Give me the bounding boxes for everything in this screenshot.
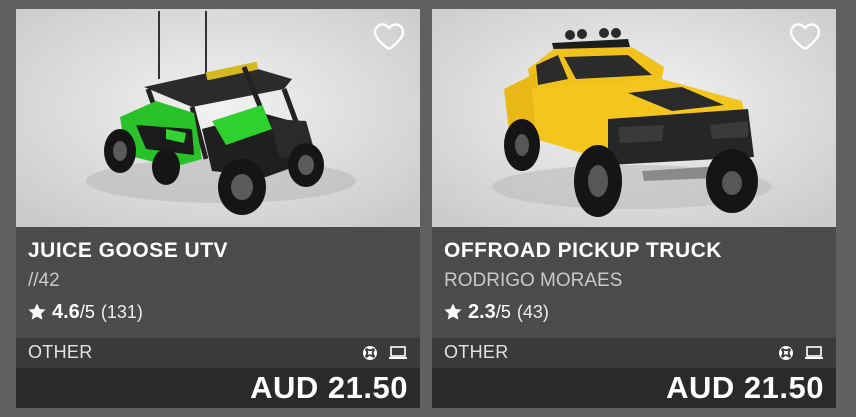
product-price[interactable]: AUD 21.50	[666, 370, 824, 406]
platform-icons	[362, 345, 408, 361]
product-creator[interactable]: //42	[28, 270, 60, 292]
pc-icon	[389, 346, 407, 359]
rating-scale: /5	[79, 301, 95, 322]
product-creator[interactable]: RODRIGO MORAES	[444, 270, 622, 292]
star-icon	[28, 303, 46, 320]
rating-count: (43)	[516, 301, 549, 322]
product-rating: 4.6 /5 (131)	[27, 300, 143, 324]
xbox-icon	[779, 346, 793, 360]
product-category: OTHER	[444, 342, 509, 362]
price-bar: AUD 21.50	[16, 368, 420, 408]
product-card[interactable]: OFFROAD PICKUP TRUCK RODRIGO MORAES 2.3 …	[432, 9, 836, 408]
rating-score: 4.6	[52, 300, 80, 323]
product-meta-bar: OTHER	[432, 338, 836, 368]
star-icon	[444, 303, 462, 320]
favorite-heart-icon[interactable]	[372, 22, 406, 52]
product-title[interactable]: JUICE GOOSE UTV	[28, 239, 228, 263]
platform-icons	[778, 345, 824, 361]
product-rating: 2.3 /5 (43)	[443, 300, 549, 324]
product-card[interactable]: JUICE GOOSE UTV //42 4.6 /5 (131) OTHER	[16, 9, 420, 408]
favorite-heart-icon[interactable]	[788, 22, 822, 52]
xbox-icon	[363, 346, 377, 360]
product-price[interactable]: AUD 21.50	[250, 370, 408, 406]
product-thumbnail[interactable]	[16, 9, 420, 227]
product-thumbnail[interactable]	[432, 9, 836, 227]
rating-score: 2.3	[468, 300, 496, 323]
product-info: JUICE GOOSE UTV //42 4.6 /5 (131)	[16, 227, 420, 346]
product-info: OFFROAD PICKUP TRUCK RODRIGO MORAES 2.3 …	[432, 227, 836, 346]
price-bar: AUD 21.50	[432, 368, 836, 408]
pc-icon	[805, 346, 823, 359]
rating-scale: /5	[495, 301, 511, 322]
product-title[interactable]: OFFROAD PICKUP TRUCK	[444, 239, 722, 263]
rating-count: (131)	[100, 301, 143, 322]
product-category: OTHER	[28, 342, 93, 362]
product-meta-bar: OTHER	[16, 338, 420, 368]
